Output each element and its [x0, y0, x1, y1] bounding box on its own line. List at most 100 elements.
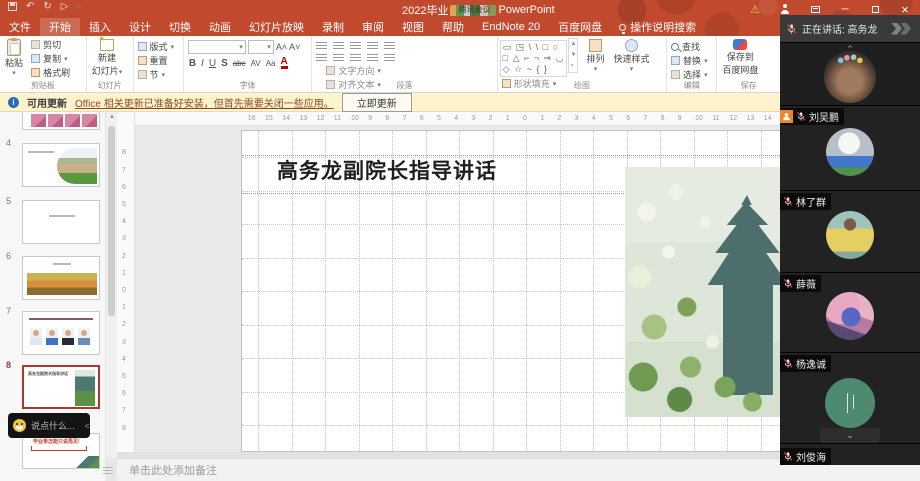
slide-title-text[interactable]: 高务龙副院长指导讲话	[277, 155, 497, 185]
shapes-gallery[interactable]: ▭ ◳ \ \ □ ○□ △ ⌐ ¬ ⇒ ◡◇ ☆ ~ { }	[500, 40, 568, 77]
lightbulb-icon	[619, 24, 626, 31]
tab-baidu-pan[interactable]: 百度网盘	[549, 18, 611, 36]
align-center-icon[interactable]	[333, 54, 344, 62]
notes-grip[interactable]	[103, 467, 113, 474]
video-cell-1[interactable]: 刘吴鹏	[780, 105, 920, 190]
columns-icon[interactable]	[384, 54, 395, 62]
layout-button[interactable]: 版式▾	[136, 40, 177, 53]
cut-button[interactable]: 剪切	[29, 38, 72, 51]
thumbnail-slide-3[interactable]	[22, 112, 100, 130]
thumbnail-scrollbar[interactable]: ▲	[105, 112, 117, 458]
ruler-h-number: 15	[265, 115, 273, 122]
change-case-button[interactable]: Aa	[266, 59, 276, 68]
thumbnail-slide-7[interactable]	[22, 311, 100, 355]
tab-view[interactable]: 视图	[393, 18, 433, 36]
thumbnail-slide-9[interactable]: 毕业季怎能只说再见!	[22, 433, 100, 469]
new-slide-button[interactable]: 新建 幻灯片▾	[89, 38, 126, 78]
font-size-combo[interactable]: ▾	[248, 40, 274, 54]
video-cell-5[interactable]: 刘俊海	[780, 443, 920, 465]
update-now-button[interactable]: 立即更新	[342, 93, 412, 112]
update-message-link[interactable]: Office 相关更新已准备好安装，但首先需要关闭一些应用。	[75, 95, 334, 110]
tab-help[interactable]: 帮助	[433, 18, 473, 36]
thumbnail-slide-8-selected[interactable]: 高务龙副院长指导讲话	[22, 365, 100, 409]
shapes-gallery-scroll[interactable]: ▲▼▿	[568, 38, 578, 73]
emoji-icon[interactable]	[13, 419, 26, 432]
copy-button[interactable]: 复制▾	[29, 52, 72, 65]
slide-editing-area[interactable]: 高务龙副院长指导讲话	[242, 131, 810, 451]
increase-indent-icon[interactable]	[367, 42, 378, 50]
ruler-v-number: 2	[122, 321, 126, 328]
thumbnail-slide-4[interactable]	[22, 143, 100, 187]
chat-collapse-icon[interactable]: <	[85, 421, 90, 431]
justify-icon[interactable]	[367, 54, 378, 62]
bold-button[interactable]: B	[189, 58, 196, 69]
shrink-font-icon[interactable]: A˅	[289, 42, 300, 52]
group-label-font: 字体	[184, 80, 312, 91]
ruler-h-number: 11	[334, 115, 341, 122]
paste-button[interactable]: 粘贴▾	[2, 38, 26, 78]
decrease-indent-icon[interactable]	[350, 42, 361, 50]
thumbnail-slide-6[interactable]	[22, 256, 100, 300]
text-shadow-button[interactable]: S	[221, 58, 228, 69]
redo-icon[interactable]: ↻	[43, 1, 51, 12]
bullets-icon[interactable]	[316, 42, 327, 50]
line-spacing-icon[interactable]	[384, 42, 395, 50]
group-slides-extra: 版式▾ 重置 节▾	[134, 36, 184, 92]
undo-icon[interactable]: ↶	[26, 1, 34, 12]
char-spacing-button[interactable]: AV	[251, 59, 261, 68]
thumbnail-slide-5[interactable]	[22, 200, 100, 244]
numbering-icon[interactable]	[333, 42, 344, 50]
replace-button[interactable]: 替换▾	[669, 54, 710, 67]
speaking-status: 正在讲话: 高务龙	[802, 21, 878, 36]
scroll-up-icon[interactable]: ▲	[109, 114, 115, 120]
ruler-h-number: 14	[282, 115, 290, 122]
tab-slideshow[interactable]: 幻灯片放映	[240, 18, 313, 36]
find-button[interactable]: 查找	[669, 40, 710, 53]
video-cell-2[interactable]: 林了群	[780, 190, 920, 272]
slide4-building-image	[57, 148, 97, 184]
video-cell-speaker[interactable]: ⌃	[780, 42, 920, 105]
scrollbar-thumb[interactable]	[108, 126, 115, 316]
tab-animations[interactable]: 动画	[200, 18, 240, 36]
ruler-v-number: 6	[122, 184, 126, 191]
quick-styles-button[interactable]: 快速样式▾	[611, 38, 653, 74]
quick-access-dropdown-icon[interactable]: ▾	[77, 3, 81, 11]
notes-placeholder[interactable]: 单击此处添加备注	[129, 462, 217, 478]
section-button[interactable]: 节▾	[136, 68, 177, 81]
tab-home[interactable]: 开始	[40, 18, 80, 36]
tab-review[interactable]: 审阅	[353, 18, 393, 36]
video-cell-3[interactable]: 薛薇	[780, 272, 920, 352]
align-left-icon[interactable]	[316, 54, 327, 62]
save-icon[interactable]	[8, 2, 17, 11]
mic-muted-icon	[783, 358, 793, 369]
member-badge-icon	[780, 110, 793, 123]
align-right-icon[interactable]	[350, 54, 361, 62]
reset-button[interactable]: 重置	[136, 54, 177, 67]
collapse-down-button[interactable]: ⌄	[820, 428, 880, 443]
meeting-chat-bubble[interactable]: 说点什么... <	[8, 413, 90, 438]
warning-icon[interactable]: ⚠	[740, 0, 770, 18]
tab-file[interactable]: 文件	[0, 18, 40, 36]
tab-transitions[interactable]: 切换	[160, 18, 200, 36]
slide6-autumn-image	[27, 273, 97, 295]
tell-me-search[interactable]: 操作说明搜索	[611, 18, 704, 36]
italic-button[interactable]: I	[201, 58, 204, 69]
tab-design[interactable]: 设计	[120, 18, 160, 36]
arrange-button[interactable]: 排列▾	[583, 38, 607, 74]
slide-number-4: 4	[6, 138, 11, 148]
tab-endnote[interactable]: EndNote 20	[473, 18, 549, 36]
ruler-v-number: 6	[122, 390, 126, 397]
chat-input-placeholder[interactable]: 说点什么...	[31, 419, 75, 432]
save-to-baidu-button[interactable]: 保存到 百度网盘	[719, 38, 761, 77]
tab-record[interactable]: 录制	[313, 18, 353, 36]
font-color-button[interactable]: A	[281, 57, 288, 69]
format-painter-button[interactable]: 格式刷	[29, 66, 72, 79]
find-icon	[671, 43, 679, 51]
section-icon	[138, 70, 147, 79]
font-name-combo[interactable]: ▾	[188, 40, 246, 54]
underline-button[interactable]: U	[209, 58, 216, 69]
start-slideshow-icon[interactable]: ▷	[61, 1, 69, 12]
strikethrough-button[interactable]: abc	[233, 59, 246, 68]
grow-font-icon[interactable]: A˄	[276, 42, 287, 52]
text-direction-button[interactable]: 文字方向▾	[324, 64, 412, 77]
